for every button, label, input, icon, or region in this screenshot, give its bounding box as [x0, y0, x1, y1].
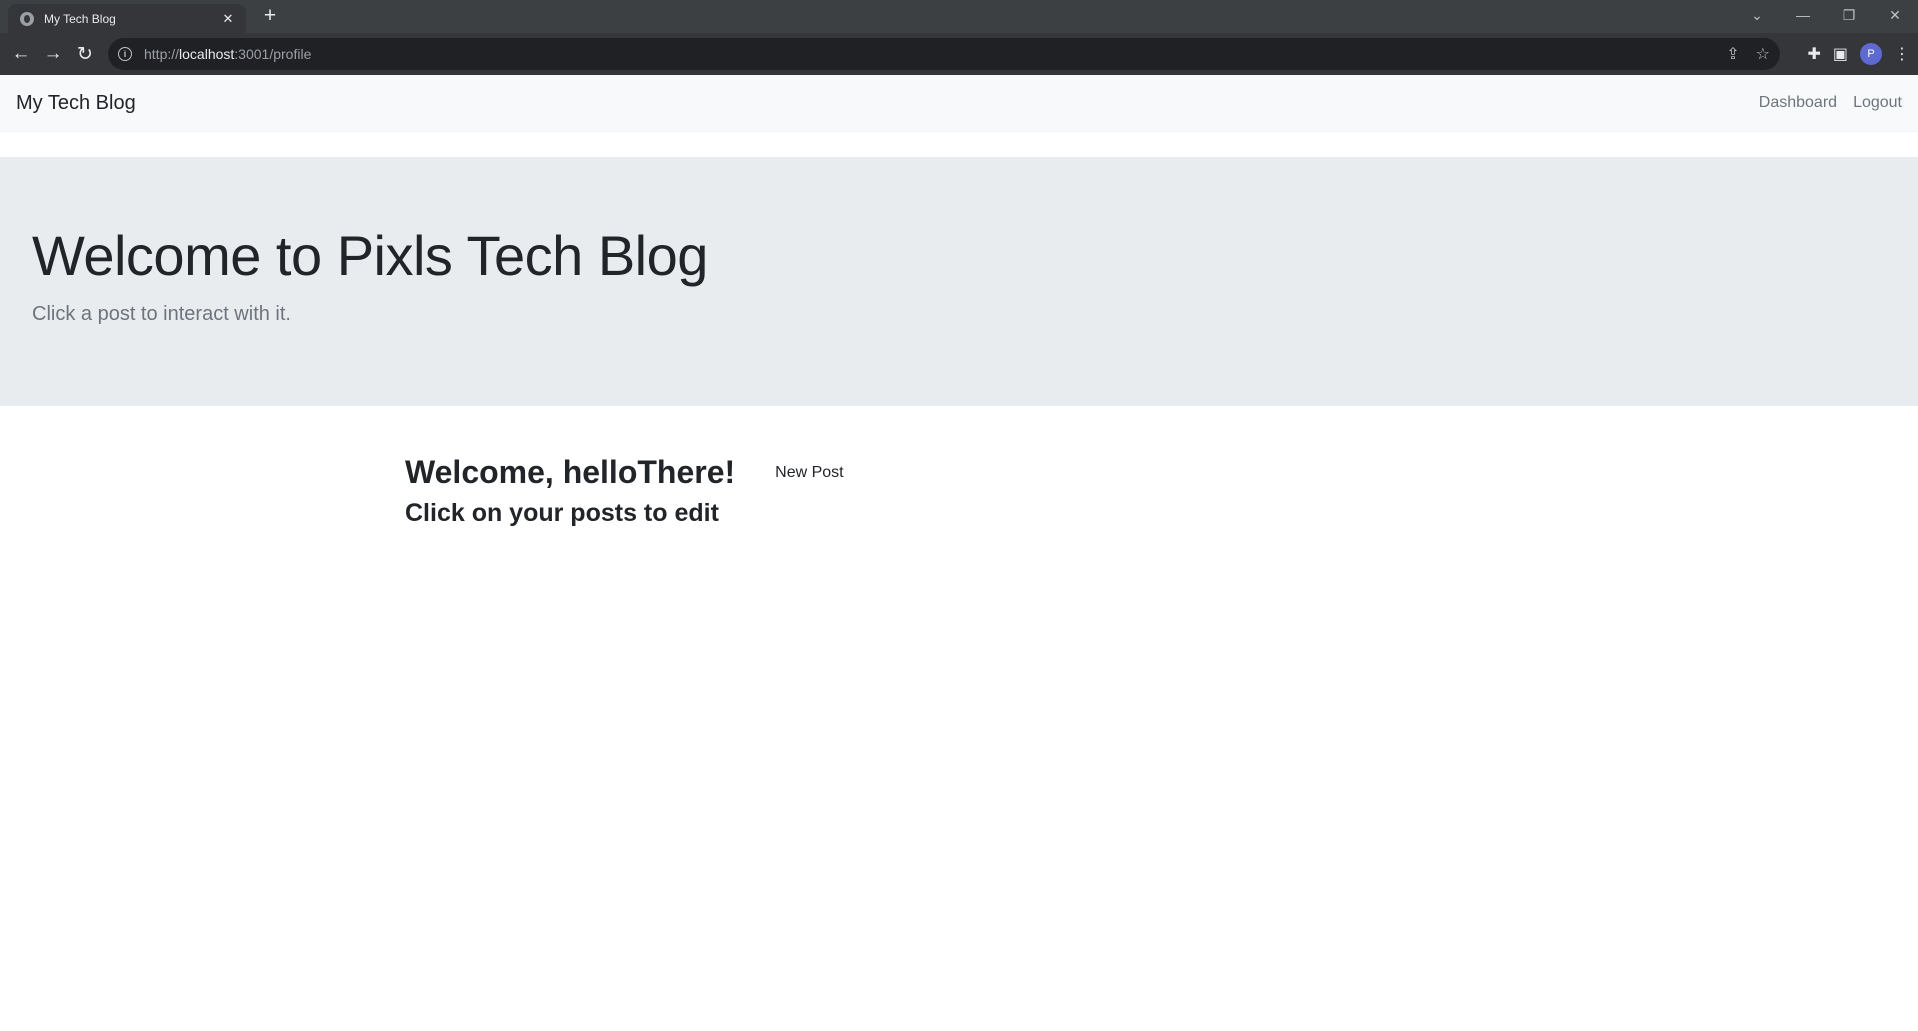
globe-icon [20, 11, 34, 26]
address-bar[interactable]: i http://localhost:3001/profile ⇪ ☆ [108, 38, 1780, 70]
bookmark-star-icon[interactable]: ☆ [1756, 44, 1770, 64]
tab-title: My Tech Blog [44, 11, 116, 26]
nav-dashboard-link[interactable]: Dashboard [1759, 94, 1837, 112]
toolbar-actions: ✚ ▣ P ⋮ [1807, 40, 1910, 68]
url-scheme: http:// [144, 46, 180, 62]
reload-icon[interactable]: ↻ [72, 41, 98, 67]
edit-hint-heading: Click on your posts to edit [405, 499, 719, 527]
restore-icon[interactable]: ❐ [1826, 0, 1872, 30]
side-panel-icon[interactable]: ▣ [1833, 44, 1848, 64]
page-content: My Tech Blog Dashboard Logout Welcome to… [0, 75, 1918, 1031]
url-host: localhost [179, 46, 235, 62]
new-tab-icon[interactable]: + [258, 5, 282, 29]
new-post-button[interactable]: New Post [775, 464, 843, 482]
site-navbar: My Tech Blog Dashboard Logout [0, 75, 1918, 132]
site-info-icon[interactable]: i [118, 47, 132, 61]
profile-section: Welcome, helloThere! New Post Click on y… [405, 454, 844, 528]
extensions-icon[interactable]: ✚ [1807, 44, 1820, 64]
url-text: http://localhost:3001/profile [144, 46, 311, 62]
nav-logout-link[interactable]: Logout [1853, 94, 1902, 112]
welcome-row: Welcome, helloThere! New Post [405, 454, 844, 491]
browser-tab[interactable]: My Tech Blog ✕ [8, 4, 246, 33]
nav-links: Dashboard Logout [1759, 94, 1902, 112]
back-icon[interactable]: ← [8, 41, 34, 67]
close-tab-icon[interactable]: ✕ [220, 11, 236, 27]
url-path: :3001/profile [234, 46, 312, 62]
hero-banner: Welcome to Pixls Tech Blog Click a post … [0, 157, 1918, 406]
browser-toolbar: ← → ↻ i http://localhost:3001/profile ⇪ … [0, 33, 1918, 75]
window-controls: ⌄ — ❐ ✕ [1734, 0, 1918, 30]
welcome-heading: Welcome, helloThere! [405, 454, 736, 490]
hero-title: Welcome to Pixls Tech Blog [32, 224, 708, 287]
omnibox-actions: ⇪ ☆ [1726, 38, 1770, 70]
share-icon[interactable]: ⇪ [1726, 44, 1739, 64]
close-window-icon[interactable]: ✕ [1872, 0, 1918, 30]
profile-avatar[interactable]: P [1860, 43, 1882, 65]
brand-link[interactable]: My Tech Blog [16, 92, 136, 115]
hero-subtitle: Click a post to interact with it. [32, 303, 291, 325]
browser-tabstrip: My Tech Blog ✕ + ⌄ — ❐ ✕ [0, 0, 1918, 33]
forward-icon[interactable]: → [40, 41, 66, 67]
menu-kebab-icon[interactable]: ⋮ [1894, 44, 1910, 64]
minimize-icon[interactable]: — [1780, 0, 1826, 30]
tab-search-icon[interactable]: ⌄ [1734, 0, 1780, 30]
